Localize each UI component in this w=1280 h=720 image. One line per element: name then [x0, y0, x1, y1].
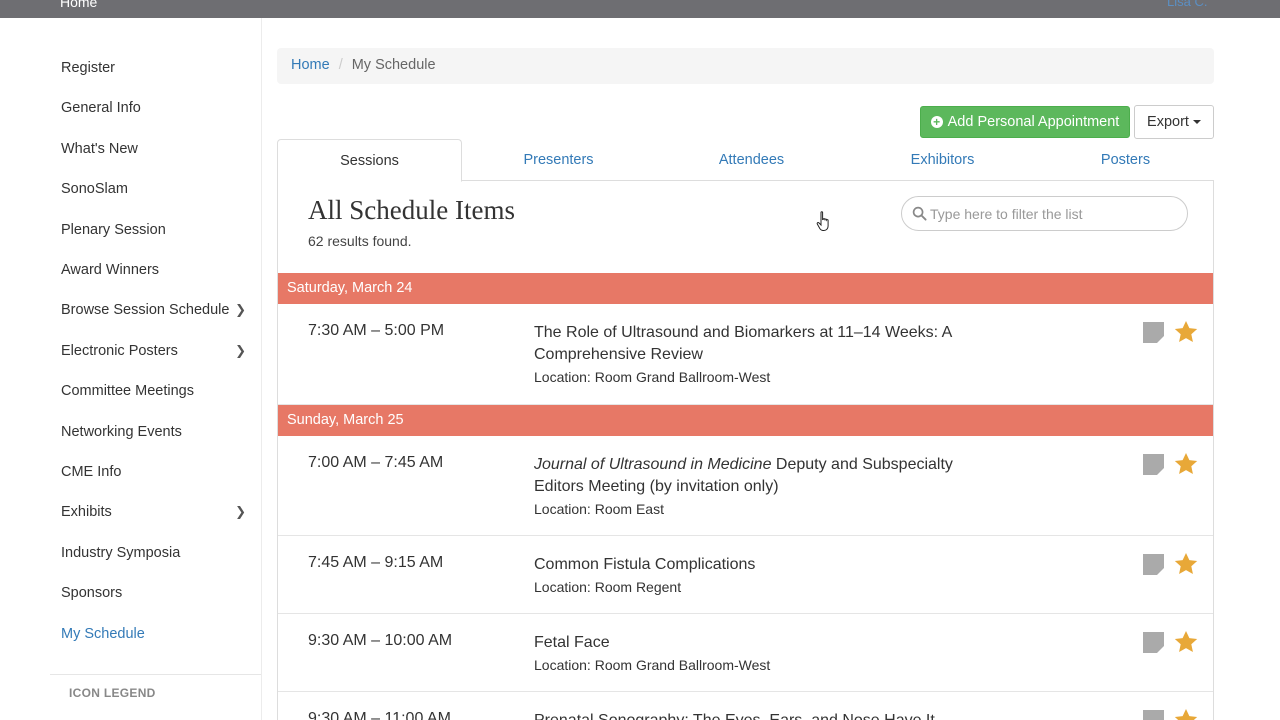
- breadcrumb-home-link[interactable]: Home: [291, 57, 330, 73]
- tab-presenters[interactable]: Presenters: [467, 139, 650, 181]
- sidebar-item-label: Exhibits: [61, 504, 112, 520]
- breadcrumb-current: My Schedule: [351, 57, 436, 73]
- session-title[interactable]: Common Fistula Complications: [534, 554, 954, 576]
- chevron-right-icon: ❯: [235, 343, 246, 359]
- session-title[interactable]: Prenatal Sonography: The Eyes, Ears, and…: [534, 710, 1054, 720]
- filter-box: [901, 196, 1188, 231]
- sidebar-item-label: What's New: [61, 141, 138, 157]
- schedule-row[interactable]: 9:30 AM – 10:00 AM Fetal Face Location: …: [278, 614, 1213, 692]
- icon-legend-heading: ICON LEGEND: [69, 686, 156, 700]
- session-location: Location: Room Regent: [534, 579, 682, 595]
- caret-down-icon: [1192, 120, 1201, 124]
- sidebar-item-label: Plenary Session: [61, 222, 166, 238]
- sidebar-item-label: CME Info: [61, 464, 122, 480]
- sidebar-item-label: Register: [61, 60, 115, 76]
- session-title[interactable]: Fetal Face: [534, 632, 954, 654]
- session-title-journal: Journal of Ultrasound in Medicine: [534, 456, 772, 473]
- sidebar-item-award-winners[interactable]: Award Winners: [61, 260, 246, 280]
- star-icon[interactable]: [1173, 451, 1199, 477]
- sidebar-item-label: Industry Symposia: [61, 545, 181, 561]
- sidebar-item-label: Browse Session Schedule: [61, 302, 230, 318]
- star-icon[interactable]: [1173, 319, 1199, 345]
- tab-sessions[interactable]: Sessions: [277, 139, 462, 182]
- export-dropdown-button[interactable]: Export: [1134, 105, 1214, 139]
- session-time: 7:00 AM – 7:45 AM: [308, 454, 444, 471]
- sidebar-item-sponsors[interactable]: Sponsors: [61, 583, 246, 603]
- sidebar-item-browse-session-schedule[interactable]: Browse Session Schedule ❯: [61, 300, 246, 320]
- breadcrumb: Home / My Schedule: [277, 48, 1214, 84]
- navbar-user-menu[interactable]: Lisa C.: [1167, 0, 1207, 9]
- schedule-row[interactable]: 9:30 AM – 11:00 AM Prenatal Sonography: …: [278, 692, 1213, 720]
- sidebar-item-label: Networking Events: [61, 424, 182, 440]
- session-time: 9:30 AM – 11:00 AM: [308, 710, 451, 720]
- star-icon[interactable]: [1173, 707, 1199, 720]
- sidebar-item-label: Electronic Posters: [61, 343, 178, 359]
- session-time: 7:30 AM – 5:00 PM: [308, 322, 445, 339]
- sidebar-item-plenary-session[interactable]: Plenary Session: [61, 220, 246, 240]
- navbar-home-link[interactable]: Home: [60, 0, 97, 10]
- session-title[interactable]: The Role of Ultrasound and Biomarkers at…: [534, 322, 954, 366]
- session-location: Location: Room East: [534, 501, 664, 517]
- plus-circle-icon: +: [930, 116, 943, 128]
- note-icon[interactable]: [1143, 710, 1164, 720]
- sidebar: Register General Info What's New SonoSla…: [0, 18, 262, 720]
- sidebar-item-label: My Schedule: [61, 626, 145, 642]
- sidebar-item-my-schedule[interactable]: My Schedule: [61, 624, 246, 644]
- star-icon[interactable]: [1173, 551, 1199, 577]
- sidebar-item-exhibits[interactable]: Exhibits ❯: [61, 502, 246, 522]
- session-time: 7:45 AM – 9:15 AM: [308, 554, 444, 571]
- add-personal-appointment-button[interactable]: + Add Personal Appointment: [920, 106, 1130, 138]
- sidebar-item-sonoslam[interactable]: SonoSlam: [61, 179, 246, 199]
- sidebar-item-label: Committee Meetings: [61, 383, 194, 399]
- session-time: 9:30 AM – 10:00 AM: [308, 632, 453, 649]
- session-location: Location: Room Grand Ballroom-West: [534, 369, 771, 385]
- sidebar-item-industry-symposia[interactable]: Industry Symposia: [61, 543, 246, 563]
- sidebar-item-label: General Info: [61, 100, 141, 116]
- results-count: 62 results found.: [308, 233, 412, 249]
- schedule-tabs: Sessions Presenters Attendees Exhibitors…: [277, 139, 1217, 182]
- schedule-row[interactable]: 7:00 AM – 7:45 AM Journal of Ultrasound …: [278, 436, 1213, 536]
- note-icon[interactable]: [1143, 322, 1164, 343]
- schedule-row[interactable]: 7:45 AM – 9:15 AM Common Fistula Complic…: [278, 536, 1213, 614]
- schedule-panel: All Schedule Items 62 results found. Sat…: [277, 181, 1214, 720]
- day-header-saturday: Saturday, March 24: [278, 273, 1213, 304]
- page-title: All Schedule Items: [308, 195, 515, 225]
- top-navbar: Home Lisa C.: [0, 0, 1280, 18]
- sidebar-item-register[interactable]: Register: [61, 58, 246, 78]
- tab-exhibitors[interactable]: Exhibitors: [851, 139, 1034, 181]
- star-icon[interactable]: [1173, 629, 1199, 655]
- sidebar-item-electronic-posters[interactable]: Electronic Posters ❯: [61, 341, 246, 361]
- chevron-right-icon: ❯: [235, 504, 246, 520]
- hand-cursor-icon: [816, 211, 829, 231]
- sidebar-item-committee-meetings[interactable]: Committee Meetings: [61, 381, 246, 401]
- note-icon[interactable]: [1143, 454, 1164, 475]
- breadcrumb-separator: /: [338, 57, 343, 73]
- sidebar-item-whats-new[interactable]: What's New: [61, 139, 246, 159]
- schedule-row[interactable]: 7:30 AM – 5:00 PM The Role of Ultrasound…: [278, 304, 1213, 405]
- sidebar-item-general-info[interactable]: General Info: [61, 98, 246, 118]
- day-header-sunday: Sunday, March 25: [278, 405, 1213, 436]
- session-location: Location: Room Grand Ballroom-West: [534, 657, 771, 673]
- note-icon[interactable]: [1143, 632, 1164, 653]
- tab-attendees[interactable]: Attendees: [660, 139, 843, 181]
- filter-input[interactable]: [930, 203, 1180, 225]
- note-icon[interactable]: [1143, 554, 1164, 575]
- export-label: Export: [1147, 114, 1189, 130]
- search-icon: [912, 206, 927, 221]
- tab-posters[interactable]: Posters: [1034, 139, 1217, 181]
- sidebar-divider: [50, 674, 261, 675]
- session-title[interactable]: Journal of Ultrasound in Medicine Deputy…: [534, 454, 954, 498]
- chevron-right-icon: ❯: [235, 302, 246, 318]
- sidebar-item-cme-info[interactable]: CME Info: [61, 462, 246, 482]
- sidebar-item-label: SonoSlam: [61, 181, 128, 197]
- sidebar-item-networking-events[interactable]: Networking Events: [61, 422, 246, 442]
- sidebar-item-label: Sponsors: [61, 585, 123, 601]
- sidebar-item-label: Award Winners: [61, 262, 160, 278]
- add-appointment-label: Add Personal Appointment: [947, 114, 1120, 130]
